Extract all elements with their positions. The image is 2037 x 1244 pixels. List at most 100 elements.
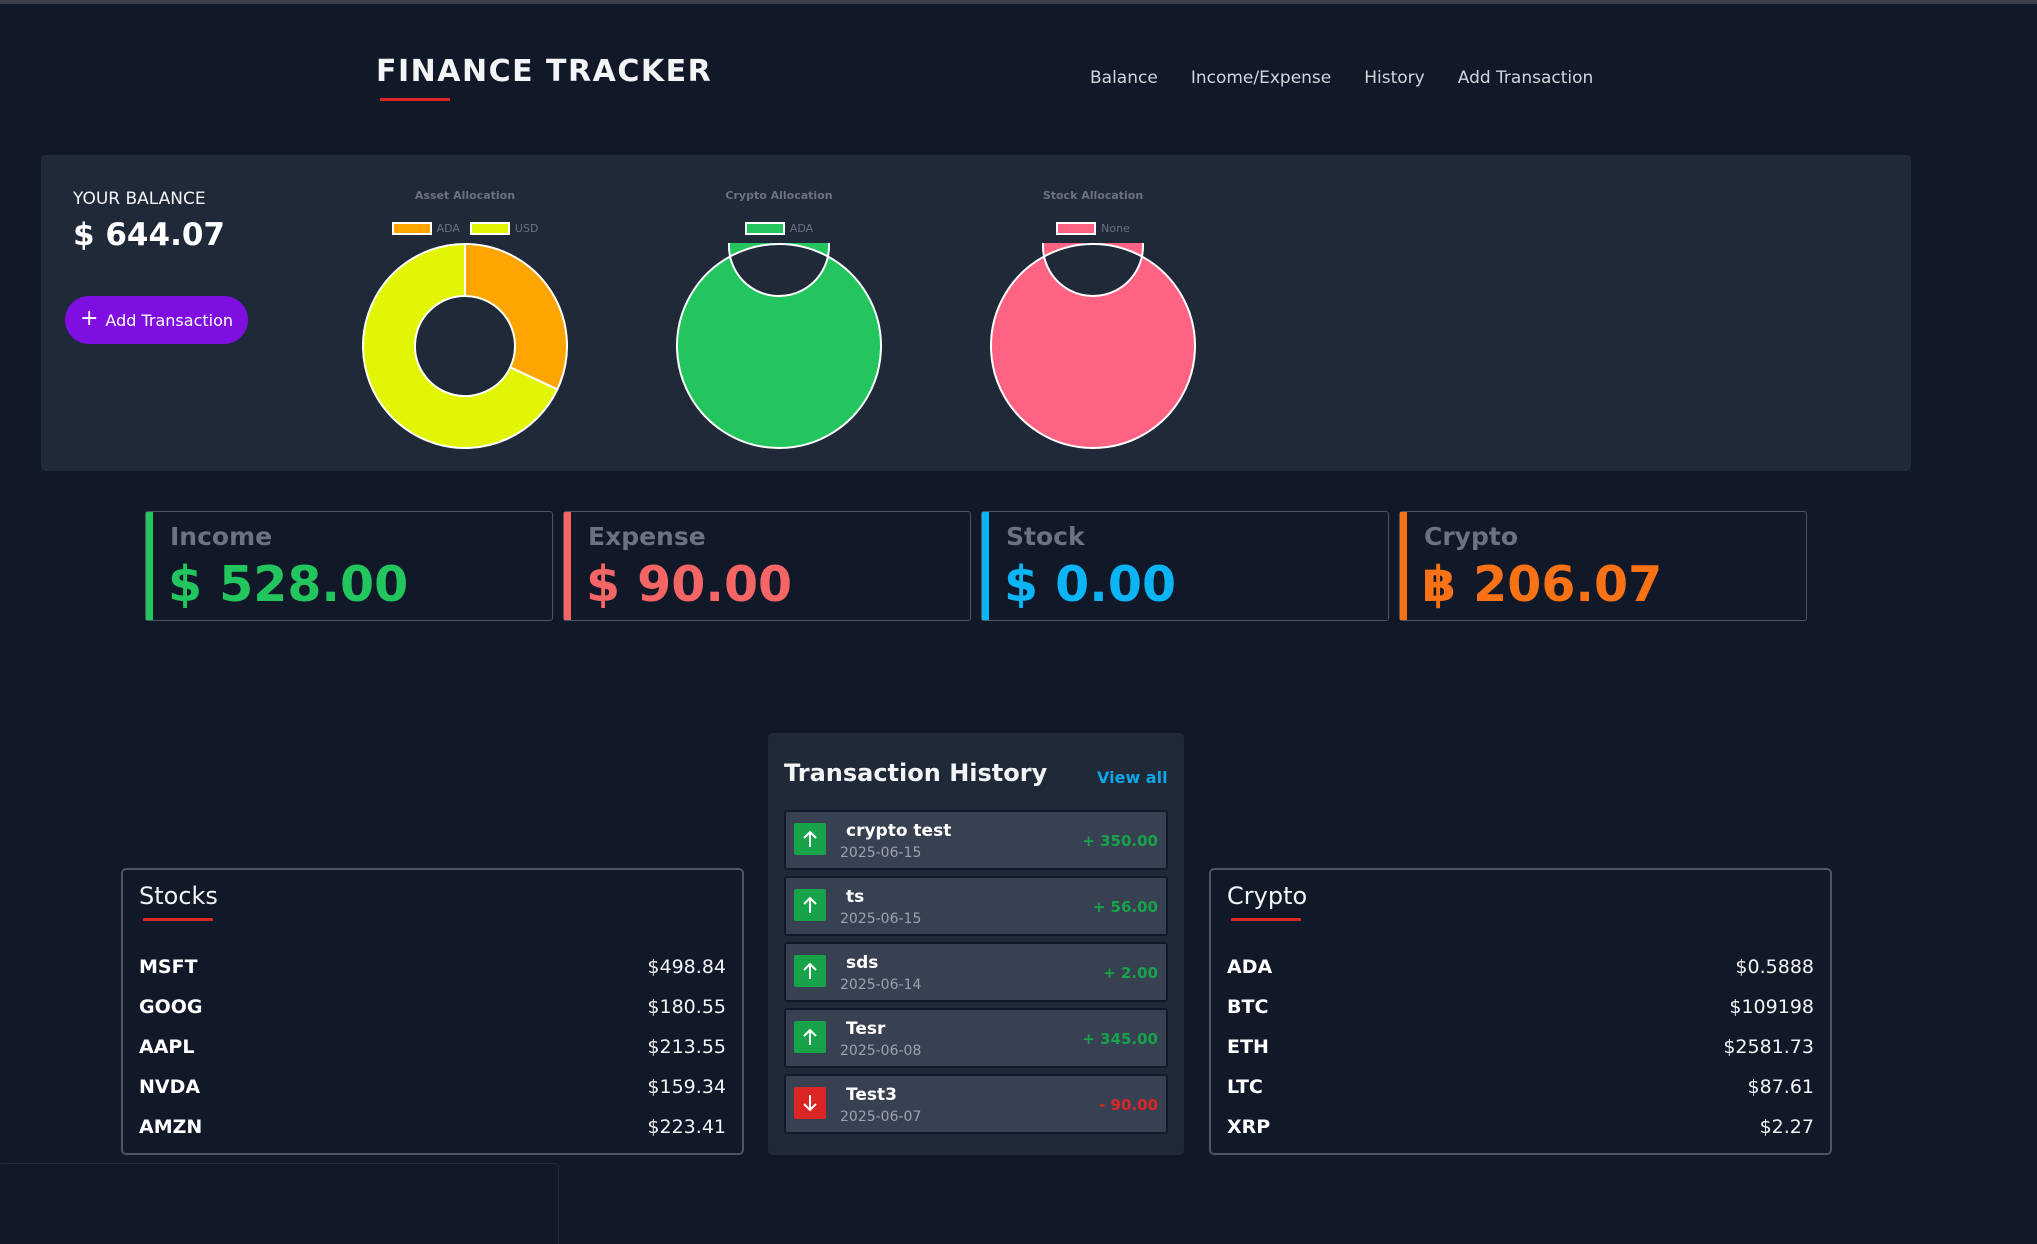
crypto-symbol: BTC <box>1227 996 1269 1018</box>
legend-label: None <box>1101 222 1130 235</box>
chart-title: Stock Allocation <box>1042 189 1144 202</box>
crypto-symbol: LTC <box>1227 1076 1263 1098</box>
transaction-name: crypto test <box>846 821 952 841</box>
partial-panel <box>0 1163 559 1244</box>
donut-chart <box>362 243 568 449</box>
income-label: Income <box>170 522 273 551</box>
stock-price: $498.84 <box>647 956 726 978</box>
transaction-date: 2025-06-07 <box>840 1109 922 1125</box>
legend-item[interactable]: ADA <box>391 222 460 235</box>
legend-item[interactable]: USD <box>469 222 538 235</box>
nav-income-expense[interactable]: Income/Expense <box>1191 68 1331 88</box>
expense-label: Expense <box>588 522 706 551</box>
transaction-amount: + 350.00 <box>1082 832 1158 850</box>
plus-icon: + <box>79 306 99 331</box>
stock-label: Stock <box>1006 522 1085 551</box>
list-item: NVDA $159.34 <box>139 1076 726 1116</box>
stock-symbol: NVDA <box>139 1076 201 1098</box>
crypto-price: $2581.73 <box>1723 1036 1814 1058</box>
list-item: XRP $2.27 <box>1227 1116 1814 1156</box>
transaction-row[interactable]: ts 2025-06-15 + 56.00 <box>784 876 1168 936</box>
stocks-title-underline <box>143 918 213 921</box>
stock-card: Stock $ 0.00 <box>981 511 1389 621</box>
income-accent-bar <box>146 512 153 620</box>
donut-chart <box>676 243 882 449</box>
chart-title: Crypto Allocation <box>725 189 833 202</box>
crypto-label: Crypto <box>1424 522 1518 551</box>
stock-value: $ 0.00 <box>1004 556 1177 613</box>
list-item: LTC $87.61 <box>1227 1076 1814 1116</box>
transaction-name: ts <box>846 887 865 907</box>
nav-history[interactable]: History <box>1364 68 1424 88</box>
legend-swatch <box>469 222 510 235</box>
transaction-row[interactable]: crypto test 2025-06-15 + 350.00 <box>784 810 1168 870</box>
transaction-row[interactable]: Tesr 2025-06-08 + 345.00 <box>784 1008 1168 1068</box>
arrow-up-icon <box>794 889 826 921</box>
arrow-down-icon <box>794 1087 826 1119</box>
chart-title: Asset Allocation <box>414 189 516 202</box>
crypto-list: ADA $0.5888 BTC $109198 ETH $2581.73 LTC $87… <box>1227 956 1814 1156</box>
stock-symbol: AMZN <box>139 1116 203 1138</box>
stock-price: $213.55 <box>647 1036 726 1058</box>
crypto-title: Crypto <box>1227 882 1308 910</box>
balance-panel: YOUR BALANCE $ 644.07 + Add Transaction … <box>41 155 1911 471</box>
transaction-date: 2025-06-14 <box>840 977 922 993</box>
legend-item[interactable]: None <box>1056 222 1130 235</box>
legend-item[interactable]: ADA <box>744 222 814 235</box>
nav-add-transaction[interactable]: Add Transaction <box>1458 68 1594 88</box>
crypto-price: $109198 <box>1729 996 1814 1018</box>
title-underline <box>380 98 450 101</box>
chart-legend: ADA <box>669 222 889 235</box>
stock-symbol: GOOG <box>139 996 203 1018</box>
list-item: BTC $109198 <box>1227 996 1814 1036</box>
arrow-up-icon <box>794 823 826 855</box>
crypto-price: $0.5888 <box>1735 956 1814 978</box>
list-item: AMZN $223.41 <box>139 1116 726 1156</box>
transaction-amount: + 2.00 <box>1103 964 1158 982</box>
expense-accent-bar <box>564 512 571 620</box>
donut-slice-ada[interactable] <box>464 243 568 391</box>
donut-slice-ada[interactable] <box>676 243 882 449</box>
stock-allocation-chart: Stock Allocation None <box>983 155 1203 471</box>
crypto-symbol: ADA <box>1227 956 1273 978</box>
transaction-date: 2025-06-08 <box>840 1043 922 1059</box>
crypto-symbol: XRP <box>1227 1116 1271 1138</box>
stock-symbol: MSFT <box>139 956 198 978</box>
top-nav: Balance Income/Expense History Add Trans… <box>1090 68 1593 88</box>
crypto-prices-card: Crypto ADA $0.5888 BTC $109198 ETH $2581.73… <box>1209 868 1832 1155</box>
stock-accent-bar <box>982 512 989 620</box>
crypto-value: ฿ 206.07 <box>1422 556 1663 613</box>
view-all-link[interactable]: View all <box>1097 768 1168 787</box>
app-title: FINANCE TRACKER <box>376 54 713 89</box>
expense-value: $ 90.00 <box>586 556 793 613</box>
browser-top-border <box>0 0 2037 4</box>
transaction-history-title: Transaction History <box>784 759 1048 787</box>
stock-price: $159.34 <box>647 1076 726 1098</box>
legend-swatch <box>391 222 432 235</box>
transaction-name: sds <box>846 953 879 973</box>
donut-slice-none[interactable] <box>990 243 1196 449</box>
crypto-title-underline <box>1231 918 1301 921</box>
list-item: MSFT $498.84 <box>139 956 726 996</box>
list-item: AAPL $213.55 <box>139 1036 726 1076</box>
stock-price: $180.55 <box>647 996 726 1018</box>
legend-label: ADA <box>789 222 814 235</box>
transaction-amount: - 90.00 <box>1099 1096 1158 1114</box>
list-item: ADA $0.5888 <box>1227 956 1814 996</box>
stocks-list: MSFT $498.84 GOOG $180.55 AAPL $213.55 NVDA… <box>139 956 726 1156</box>
legend-swatch <box>744 222 785 235</box>
crypto-accent-bar <box>1400 512 1407 620</box>
transaction-date: 2025-06-15 <box>840 911 922 927</box>
crypto-allocation-chart: Crypto Allocation ADA <box>669 155 889 471</box>
add-transaction-button[interactable]: + Add Transaction <box>65 296 248 344</box>
nav-balance[interactable]: Balance <box>1090 68 1158 88</box>
balance-value: $ 644.07 <box>73 217 225 253</box>
crypto-card: Crypto ฿ 206.07 <box>1399 511 1807 621</box>
chart-legend: None <box>983 222 1203 235</box>
stocks-card: Stocks MSFT $498.84 GOOG $180.55 AAPL $213.… <box>121 868 744 1155</box>
donut-chart <box>990 243 1196 449</box>
transaction-row[interactable]: sds 2025-06-14 + 2.00 <box>784 942 1168 1002</box>
asset-allocation-chart: Asset Allocation ADA USD <box>355 155 575 471</box>
transaction-row[interactable]: Test3 2025-06-07 - 90.00 <box>784 1074 1168 1134</box>
list-item: GOOG $180.55 <box>139 996 726 1036</box>
